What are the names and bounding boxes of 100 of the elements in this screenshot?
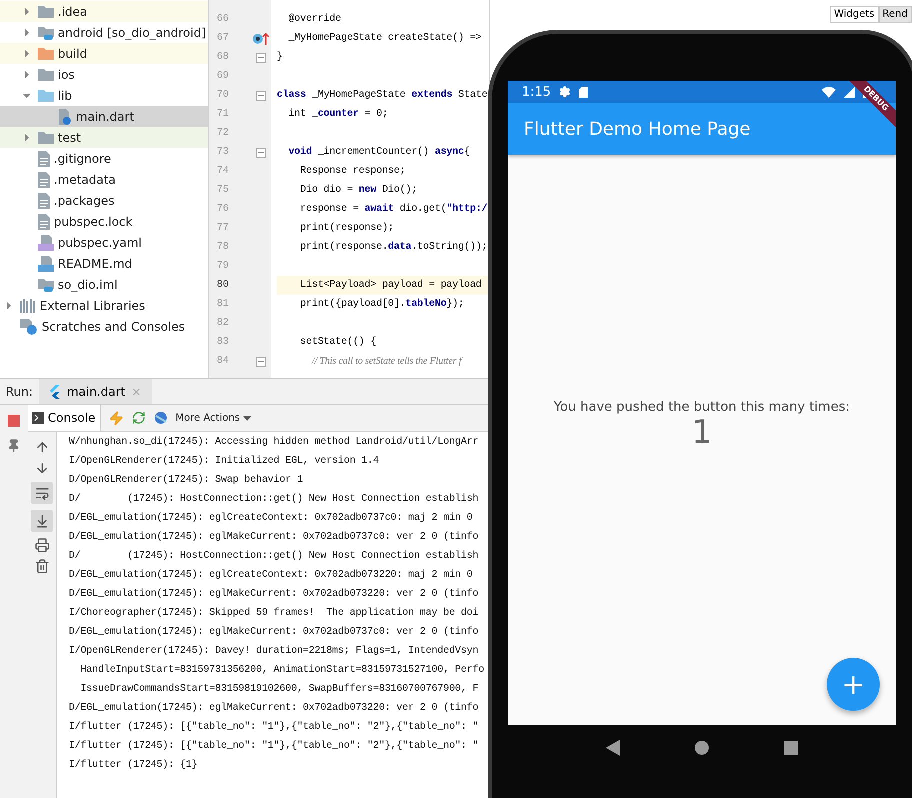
log-line: D/ (17245): HostConnection::get() New Host Connection establish [69,492,479,507]
sd-card-icon [579,86,588,98]
soft-wrap-button[interactable] [31,482,53,504]
folder-icon [38,47,54,60]
code-line: class _MyHomePageState extends State [277,88,489,103]
scroll-to-end-button[interactable] [31,510,53,532]
code-line: response = await dio.get("http:/ [299,202,489,217]
code-line: _MyHomePageState createState() => [288,32,483,46]
counter-value: 1 [692,414,712,450]
signal-icon [844,86,855,98]
line-number: 84 [216,356,230,367]
home-icon[interactable] [694,741,709,755]
line-number: 81 [216,299,230,310]
module-icon [38,278,54,292]
print-icon[interactable] [34,538,50,553]
code-line: print({payload[0].tableNo}); [299,298,466,312]
panel-tab[interactable]: Rend [878,6,912,23]
tree-item[interactable]: test [0,127,208,148]
tree-item[interactable]: .idea [0,1,208,22]
code-line: } [277,50,284,65]
code-line: int _counter = 0; [288,108,390,122]
line-number: 78 [216,242,230,253]
log-line: D/ (17245): HostConnection::get() New Host Connection establish [69,550,479,564]
fold-marker-icon[interactable] [256,356,266,366]
panel-tab[interactable]: Widgets [830,6,879,23]
pin-icon[interactable] [7,439,21,453]
log-line: HandleInputStart=83159731356200, AnimationStart=83159731527100, Perfo [80,664,484,678]
dart-devtools-icon[interactable] [154,411,168,425]
recents-icon[interactable] [784,741,798,755]
fold-marker-icon[interactable] [256,148,266,158]
log-line: I/flutter (17245): [{"table_no": "1"},{"table_no": "2"},{"table_no": " [69,740,479,754]
code-line: Response response; [299,165,407,179]
tree-item[interactable]: main.dart [0,106,208,127]
file-icon [38,214,50,230]
log-line: W/nhunghan.so_di(17245): Accessing hidden method Landroid/util/LongArr [69,436,479,450]
log-line: D/EGL_emulation(17245): eglMakeCurrent: 0x702adb073220: ver 2 0 (tinfo [69,588,479,602]
log-line: I/OpenGLRenderer(17245): Davey! duration=2218ms; Flags=1, IntendedVsyn [69,644,479,659]
log-line: IssueDrawCommandsStart=83159819102600, SwapBuffers=83160700767900, F [80,682,479,697]
yaml-file-icon [38,234,54,250]
fold-marker-icon[interactable] [256,52,266,62]
console-tab[interactable]: Console [28,405,101,431]
code-line: void _incrementCounter() async{ [288,146,472,160]
dart-file-icon [58,108,72,124]
line-number: 72 [216,128,230,139]
back-icon[interactable] [606,740,620,756]
line-number: 71 [216,109,230,120]
scratches-icon [20,318,38,334]
code-line: print(response.data.toString()); [299,240,489,255]
fold-marker-icon[interactable] [256,90,266,100]
log-line: D/EGL_emulation(17245): eglMakeCurrent: 0x702adb0737c0: ver 2 0 (tinfo [69,626,479,640]
line-number: 79 [216,261,230,272]
tree-item[interactable]: build [0,43,208,64]
gear-icon [559,86,572,98]
counter-message: You have pushed the button this many times: [554,400,850,415]
line-number: 83 [216,337,230,348]
app-title: Flutter Demo Home Page [524,118,751,140]
line-number: 74 [216,166,230,177]
file-icon [38,150,50,166]
trash-icon[interactable] [34,559,50,574]
module-icon [38,26,54,40]
override-marker-icon[interactable] [252,32,270,46]
folder-icon [38,5,54,18]
wifi-icon [822,86,836,98]
folder-icon [38,68,54,81]
refresh-icon[interactable] [132,411,146,425]
code-line: print(response); [299,222,396,236]
line-number: 80 [216,280,230,291]
log-line: I/flutter (17245): {1} [69,758,198,773]
folder-icon [38,131,54,144]
libraries-icon [20,298,36,312]
log-line: D/EGL_emulation(17245): eglMakeCurrent: 0x702adb073220: ver 2 0 (tinfo [69,702,479,716]
console-icon [32,412,44,424]
line-number: 68 [216,52,230,63]
line-number: 69 [216,71,230,82]
log-line: I/OpenGLRenderer(17245): Initialized EGL, version 1.4 [69,454,380,469]
line-number: 66 [216,14,230,25]
file-icon [38,192,50,208]
line-number: 77 [216,223,230,234]
status-time: 1:15 [522,84,552,100]
line-number: 70 [216,90,230,101]
dropdown-caret-icon [243,416,252,420]
line-number: 82 [216,318,230,329]
line-number: 67 [216,33,230,44]
markdown-file-icon [38,256,54,272]
file-icon [38,172,50,188]
down-arrow-icon[interactable] [34,461,50,476]
line-number: 73 [216,147,230,158]
log-line: I/Choreographer(17245): Skipped 59 frames! The application may be doi [69,606,479,621]
log-line: I/flutter (17245): [{"table_no": "1"},{"table_no": "2"},{"table_no": " [69,720,479,735]
code-line: @override [288,12,342,27]
folder-icon [38,89,54,102]
run-label: Run: [5,384,34,398]
run-tab[interactable]: main.dart × [39,379,152,404]
flutter-logo-icon [49,384,62,398]
more-actions-menu[interactable]: More Actions [176,412,252,424]
line-number: 75 [216,185,230,196]
lightning-icon[interactable] [108,410,124,426]
log-line: D/EGL_emulation(17245): eglCreateContext: 0x702adb073220: maj 2 min 0 [69,568,473,583]
line-number: 76 [216,204,230,215]
wrap-icon [34,486,50,500]
